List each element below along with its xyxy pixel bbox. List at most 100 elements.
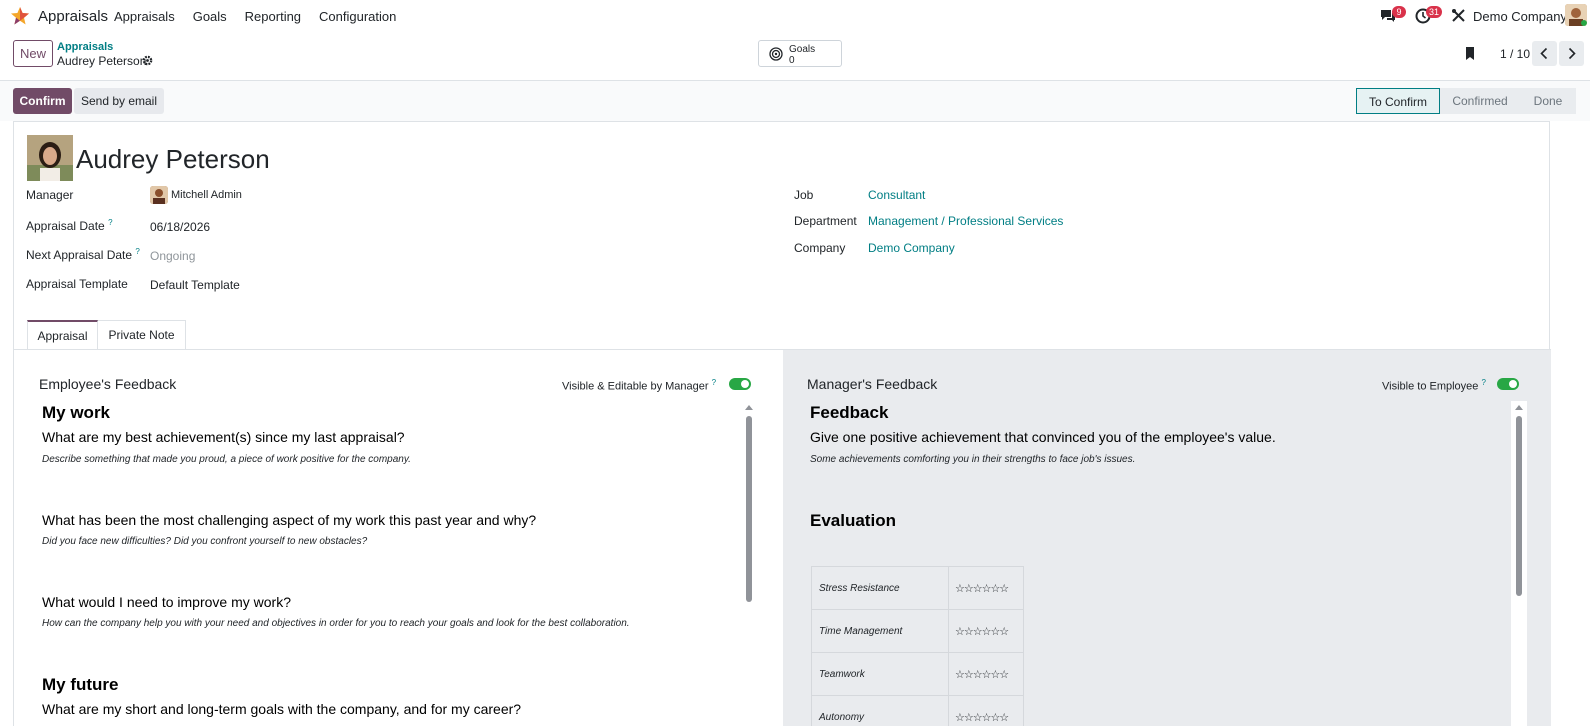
job-label: Job	[794, 188, 814, 202]
question-challenging[interactable]: What has been the most challenging aspec…	[42, 512, 536, 528]
manager-avatar	[150, 186, 168, 204]
manager-visibility-label: Visible to Employee ?	[1382, 378, 1486, 393]
tab-appraisal[interactable]: Appraisal	[27, 320, 98, 350]
employee-visibility-label: Visible & Editable by Manager ?	[562, 378, 716, 393]
table-row: Stress Resistance ☆☆☆☆☆☆	[811, 566, 1024, 610]
criterion-cell[interactable]: Autonomy	[811, 695, 949, 726]
send-by-email-button[interactable]: Send by email	[74, 88, 164, 114]
next-appraisal-date-label: Next Appraisal Date ?	[26, 247, 140, 262]
appraisal-date-value[interactable]: 06/18/2026	[150, 220, 210, 234]
goals-label: Goals	[789, 44, 816, 55]
rating-stars[interactable]: ☆☆☆☆☆☆	[948, 609, 1024, 653]
employee-feedback-scrollbar[interactable]	[746, 416, 752, 602]
company-value[interactable]: Demo Company	[868, 241, 955, 255]
control-panel: New Appraisals Audrey Peterson Goals 0 1…	[0, 32, 1590, 81]
next-appraisal-date-label-text: Next Appraisal Date	[26, 248, 133, 262]
appraisal-template-value[interactable]: Default Template	[150, 278, 240, 292]
section-heading-my-future: My future	[42, 675, 119, 694]
breadcrumb-parent[interactable]: Appraisals	[57, 41, 113, 53]
goals-count: 0	[789, 55, 795, 66]
criterion-cell[interactable]: Teamwork	[811, 652, 949, 696]
rating-stars[interactable]: ☆☆☆☆☆☆	[948, 652, 1024, 696]
manager-label: Manager	[26, 188, 74, 202]
pager-next-button[interactable]	[1559, 41, 1584, 66]
company-label: Company	[794, 241, 846, 255]
manager-visibility-label-text: Visible to Employee	[1382, 380, 1479, 393]
chevron-left-icon	[1540, 47, 1548, 60]
target-icon	[769, 47, 783, 61]
menu-goals[interactable]: Goals	[193, 9, 227, 24]
pager-value[interactable]: 1 / 10	[1500, 47, 1530, 61]
scroll-up-arrow[interactable]	[1515, 405, 1523, 410]
company-switcher[interactable]: Demo Company	[1473, 9, 1567, 24]
new-button[interactable]: New	[13, 40, 53, 67]
hint-positive-achievement: Some achievements comforting you in thei…	[810, 454, 1136, 465]
menu-configuration[interactable]: Configuration	[319, 9, 396, 24]
hint-improve: How can the company help you with your n…	[42, 618, 630, 629]
user-avatar[interactable]	[1565, 4, 1587, 26]
gear-icon[interactable]	[142, 55, 153, 66]
employee-name[interactable]: Audrey Peterson	[76, 144, 270, 175]
employee-feedback-title: Employee's Feedback	[39, 376, 177, 392]
goals-smart-button[interactable]: Goals 0	[758, 40, 842, 67]
evaluation-table: Stress Resistance ☆☆☆☆☆☆ Time Management…	[811, 566, 1024, 726]
hint-challenging: Did you face new difficulties? Did you c…	[42, 536, 368, 547]
question-achievements[interactable]: What are my best achievement(s) since my…	[42, 429, 405, 445]
breadcrumb-current: Audrey Peterson	[57, 54, 147, 68]
next-appraisal-date-value[interactable]: Ongoing	[150, 249, 195, 263]
status-bar: Confirm Send by email To Confirm Confirm…	[0, 81, 1590, 121]
manager-visibility-toggle[interactable]	[1497, 378, 1519, 390]
stage-confirmed[interactable]: Confirmed	[1440, 88, 1520, 114]
question-improve[interactable]: What would I need to improve my work?	[42, 594, 291, 610]
menu-appraisals[interactable]: Appraisals	[114, 9, 175, 24]
stage-done[interactable]: Done	[1520, 88, 1576, 114]
job-value[interactable]: Consultant	[868, 188, 925, 202]
top-navbar: Appraisals Appraisals Goals Reporting Co…	[0, 0, 1590, 32]
criterion-cell[interactable]: Stress Resistance	[811, 566, 949, 610]
appraisal-template-label: Appraisal Template	[26, 277, 128, 291]
tools-icon[interactable]	[1451, 8, 1466, 23]
activities-badge: 31	[1426, 6, 1443, 18]
criterion-cell[interactable]: Time Management	[811, 609, 949, 653]
employee-feedback-pane: Employee's Feedback Visible & Editable b…	[14, 350, 783, 726]
appraisal-date-label: Appraisal Date ?	[26, 218, 113, 233]
appraisal-date-help[interactable]: ?	[108, 218, 112, 227]
employee-photo[interactable]	[27, 135, 73, 181]
table-row: Teamwork ☆☆☆☆☆☆	[811, 652, 1024, 696]
form-sheet: Audrey Peterson Manager Mitchell Admin A…	[13, 121, 1551, 726]
chevron-right-icon	[1568, 47, 1576, 60]
section-heading-my-work: My work	[42, 403, 111, 422]
manager-visibility-help[interactable]: ?	[1481, 378, 1485, 387]
hint-achievements: Describe something that made you proud, …	[42, 454, 411, 465]
messages-badge: 9	[1392, 6, 1406, 18]
department-value[interactable]: Management / Professional Services	[868, 214, 1063, 228]
app-name[interactable]: Appraisals	[38, 8, 108, 25]
stage-to-confirm[interactable]: To Confirm	[1356, 88, 1440, 114]
manager-feedback-scrollbar[interactable]	[1516, 416, 1522, 596]
employee-visibility-label-text: Visible & Editable by Manager	[562, 380, 709, 393]
manager-avatar-image	[150, 186, 168, 204]
employee-visibility-help[interactable]: ?	[712, 378, 716, 387]
tab-private-note[interactable]: Private Note	[98, 320, 186, 350]
pager-previous-button[interactable]	[1532, 41, 1557, 66]
user-avatar-image	[1565, 4, 1587, 26]
table-row: Autonomy ☆☆☆☆☆☆	[811, 695, 1024, 726]
menu-reporting[interactable]: Reporting	[245, 9, 301, 24]
appraisals-app-icon[interactable]	[10, 6, 30, 26]
section-heading-feedback: Feedback	[810, 403, 889, 422]
bookmark-icon[interactable]	[1465, 47, 1475, 60]
rating-stars[interactable]: ☆☆☆☆☆☆	[948, 566, 1024, 610]
employee-visibility-toggle[interactable]	[729, 378, 751, 390]
department-label: Department	[794, 214, 857, 228]
appraisal-date-label-text: Appraisal Date	[26, 219, 105, 233]
table-row: Time Management ☆☆☆☆☆☆	[811, 609, 1024, 653]
confirm-button[interactable]: Confirm	[13, 88, 72, 114]
manager-value[interactable]: Mitchell Admin	[171, 189, 242, 201]
rating-stars[interactable]: ☆☆☆☆☆☆	[948, 695, 1024, 726]
next-appraisal-date-help[interactable]: ?	[135, 247, 139, 256]
question-goals[interactable]: What are my short and long-term goals wi…	[42, 701, 521, 717]
section-heading-evaluation: Evaluation	[810, 511, 896, 530]
question-positive-achievement[interactable]: Give one positive achievement that convi…	[810, 429, 1276, 445]
scroll-up-arrow[interactable]	[745, 405, 753, 410]
manager-feedback-title: Manager's Feedback	[807, 376, 938, 392]
